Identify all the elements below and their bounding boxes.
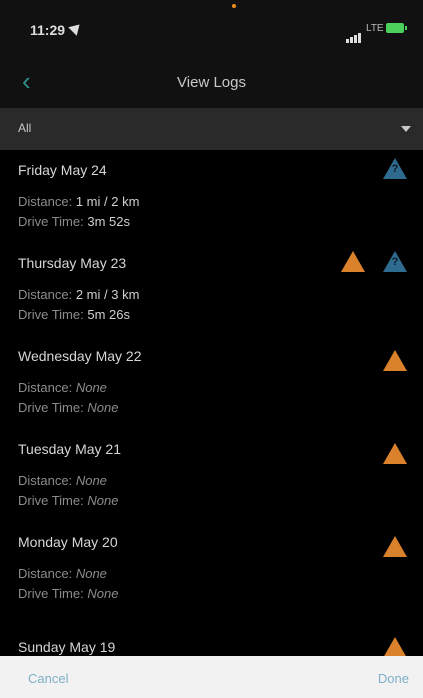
network-type: LTE <box>366 23 384 34</box>
list-item[interactable]: Tuesday May 21 Distance: None Drive Time… <box>0 429 423 522</box>
list-item[interactable]: Sunday May 19 <box>0 615 423 656</box>
entry-date: Tuesday May 21 <box>18 441 121 457</box>
entry-distance: Distance: 1 mi / 2 km <box>18 194 140 209</box>
recording-indicator-icon <box>232 4 236 8</box>
status-bar: 11:29 LTE <box>0 0 423 56</box>
location-arrow-icon <box>68 20 84 36</box>
entry-status-icons <box>369 637 407 656</box>
warning-icon <box>340 251 365 272</box>
entry-date: Friday May 24 <box>18 162 107 178</box>
cancel-button[interactable]: Cancel <box>28 671 68 686</box>
entry-date: Monday May 20 <box>18 534 118 550</box>
status-time: 11:29 <box>30 22 66 38</box>
done-button[interactable]: Done <box>378 671 409 686</box>
warning-icon <box>383 536 407 557</box>
entry-distance: Distance: None <box>18 380 107 395</box>
entry-drive-time: Drive Time: None <box>18 586 119 601</box>
entry-date: Sunday May 19 <box>18 639 116 655</box>
info-question-icon: ? <box>383 158 407 179</box>
info-question-icon: ? <box>383 251 407 272</box>
warning-icon <box>383 443 407 464</box>
list-item[interactable]: Thursday May 23 Distance: 2 mi / 3 km Dr… <box>0 243 423 336</box>
entry-status-icons: ? <box>327 251 407 277</box>
log-list[interactable]: Friday May 24 Distance: 1 mi / 2 km Driv… <box>0 150 423 656</box>
page-title: View Logs <box>177 74 246 91</box>
entry-date: Wednesday May 22 <box>18 348 142 364</box>
cellular-signal-icon <box>346 25 362 43</box>
log-filter-dropdown[interactable]: All <box>0 108 423 150</box>
entry-distance: Distance: None <box>18 473 107 488</box>
entry-distance: Distance: None <box>18 566 107 581</box>
warning-icon <box>383 637 407 656</box>
entry-status-icons: ? <box>369 158 407 184</box>
entry-status-icons <box>369 443 407 469</box>
list-item[interactable]: Monday May 20 Distance: None Drive Time:… <box>0 522 423 615</box>
entry-status-icons <box>369 536 407 562</box>
entry-date: Thursday May 23 <box>18 255 127 271</box>
entry-drive-time: Drive Time: 5m 26s <box>18 307 130 322</box>
filter-selected-value: All <box>18 121 32 135</box>
navigation-bar: ‹ View Logs <box>0 56 423 108</box>
entry-distance: Distance: 2 mi / 3 km <box>18 287 140 302</box>
warning-icon <box>383 350 407 371</box>
battery-icon <box>386 23 407 33</box>
entry-drive-time: Drive Time: 3m 52s <box>18 214 130 229</box>
bottom-toolbar: Cancel Done <box>0 656 423 698</box>
entry-status-icons <box>369 350 407 376</box>
entry-drive-time: Drive Time: None <box>18 400 119 415</box>
list-item[interactable]: Friday May 24 Distance: 1 mi / 2 km Driv… <box>0 150 423 243</box>
list-item[interactable]: Wednesday May 22 Distance: None Drive Ti… <box>0 336 423 429</box>
entry-drive-time: Drive Time: None <box>18 493 119 508</box>
chevron-down-icon <box>401 126 411 132</box>
